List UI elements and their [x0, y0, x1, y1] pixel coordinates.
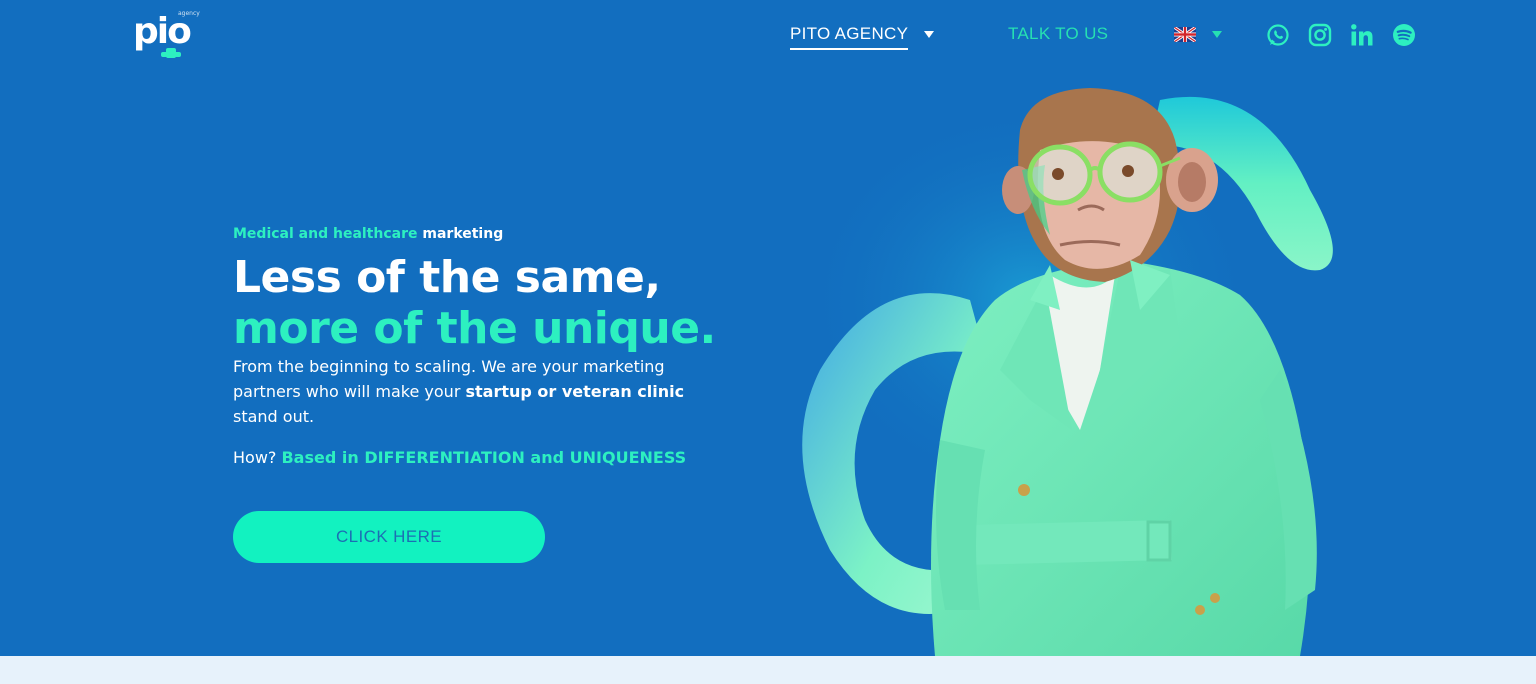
site-logo[interactable]: pio agency	[133, 10, 203, 60]
hero-how: How? Based in DIFFERENTIATION and UNIQUE…	[233, 448, 686, 467]
headline-line-2: more of the unique.	[233, 303, 716, 354]
how-accent: Based in DIFFERENTIATION and UNIQUENESS	[281, 448, 687, 467]
hero-headline: Less of the same, more of the unique.	[233, 252, 716, 354]
hero-description: From the beginning to scaling. We are yo…	[233, 354, 713, 429]
headline-line-1: Less of the same,	[233, 252, 661, 303]
eyebrow-accent: Medical and healthcare	[233, 226, 418, 242]
click-here-button[interactable]: CLICK HERE	[233, 511, 545, 563]
uk-flag-icon[interactable]	[1174, 27, 1196, 42]
linkedin-icon[interactable]	[1350, 23, 1374, 47]
chevron-down-icon[interactable]	[924, 31, 934, 38]
nav-talk-to-us[interactable]: TALK TO US	[1008, 24, 1108, 44]
instagram-icon[interactable]	[1308, 23, 1332, 47]
section-divider-strip	[0, 656, 1536, 684]
hero-section: pio agency PITO AGENCY TALK TO US Medica…	[0, 0, 1536, 656]
spotify-icon[interactable]	[1392, 23, 1416, 47]
monkey-illustration	[800, 88, 1333, 656]
logo-accent-shape	[161, 48, 181, 58]
desc-bold: startup or veteran clinic	[465, 382, 685, 401]
language-chevron-down-icon[interactable]	[1212, 31, 1222, 38]
how-prefix: How?	[233, 448, 282, 467]
eyebrow-plain: marketing	[422, 226, 504, 242]
whatsapp-icon[interactable]	[1266, 23, 1290, 47]
nav-pito-agency[interactable]: PITO AGENCY	[790, 24, 909, 50]
desc-part-2: stand out.	[233, 407, 315, 426]
hero-eyebrow: Medical and healthcare marketing	[233, 226, 503, 242]
